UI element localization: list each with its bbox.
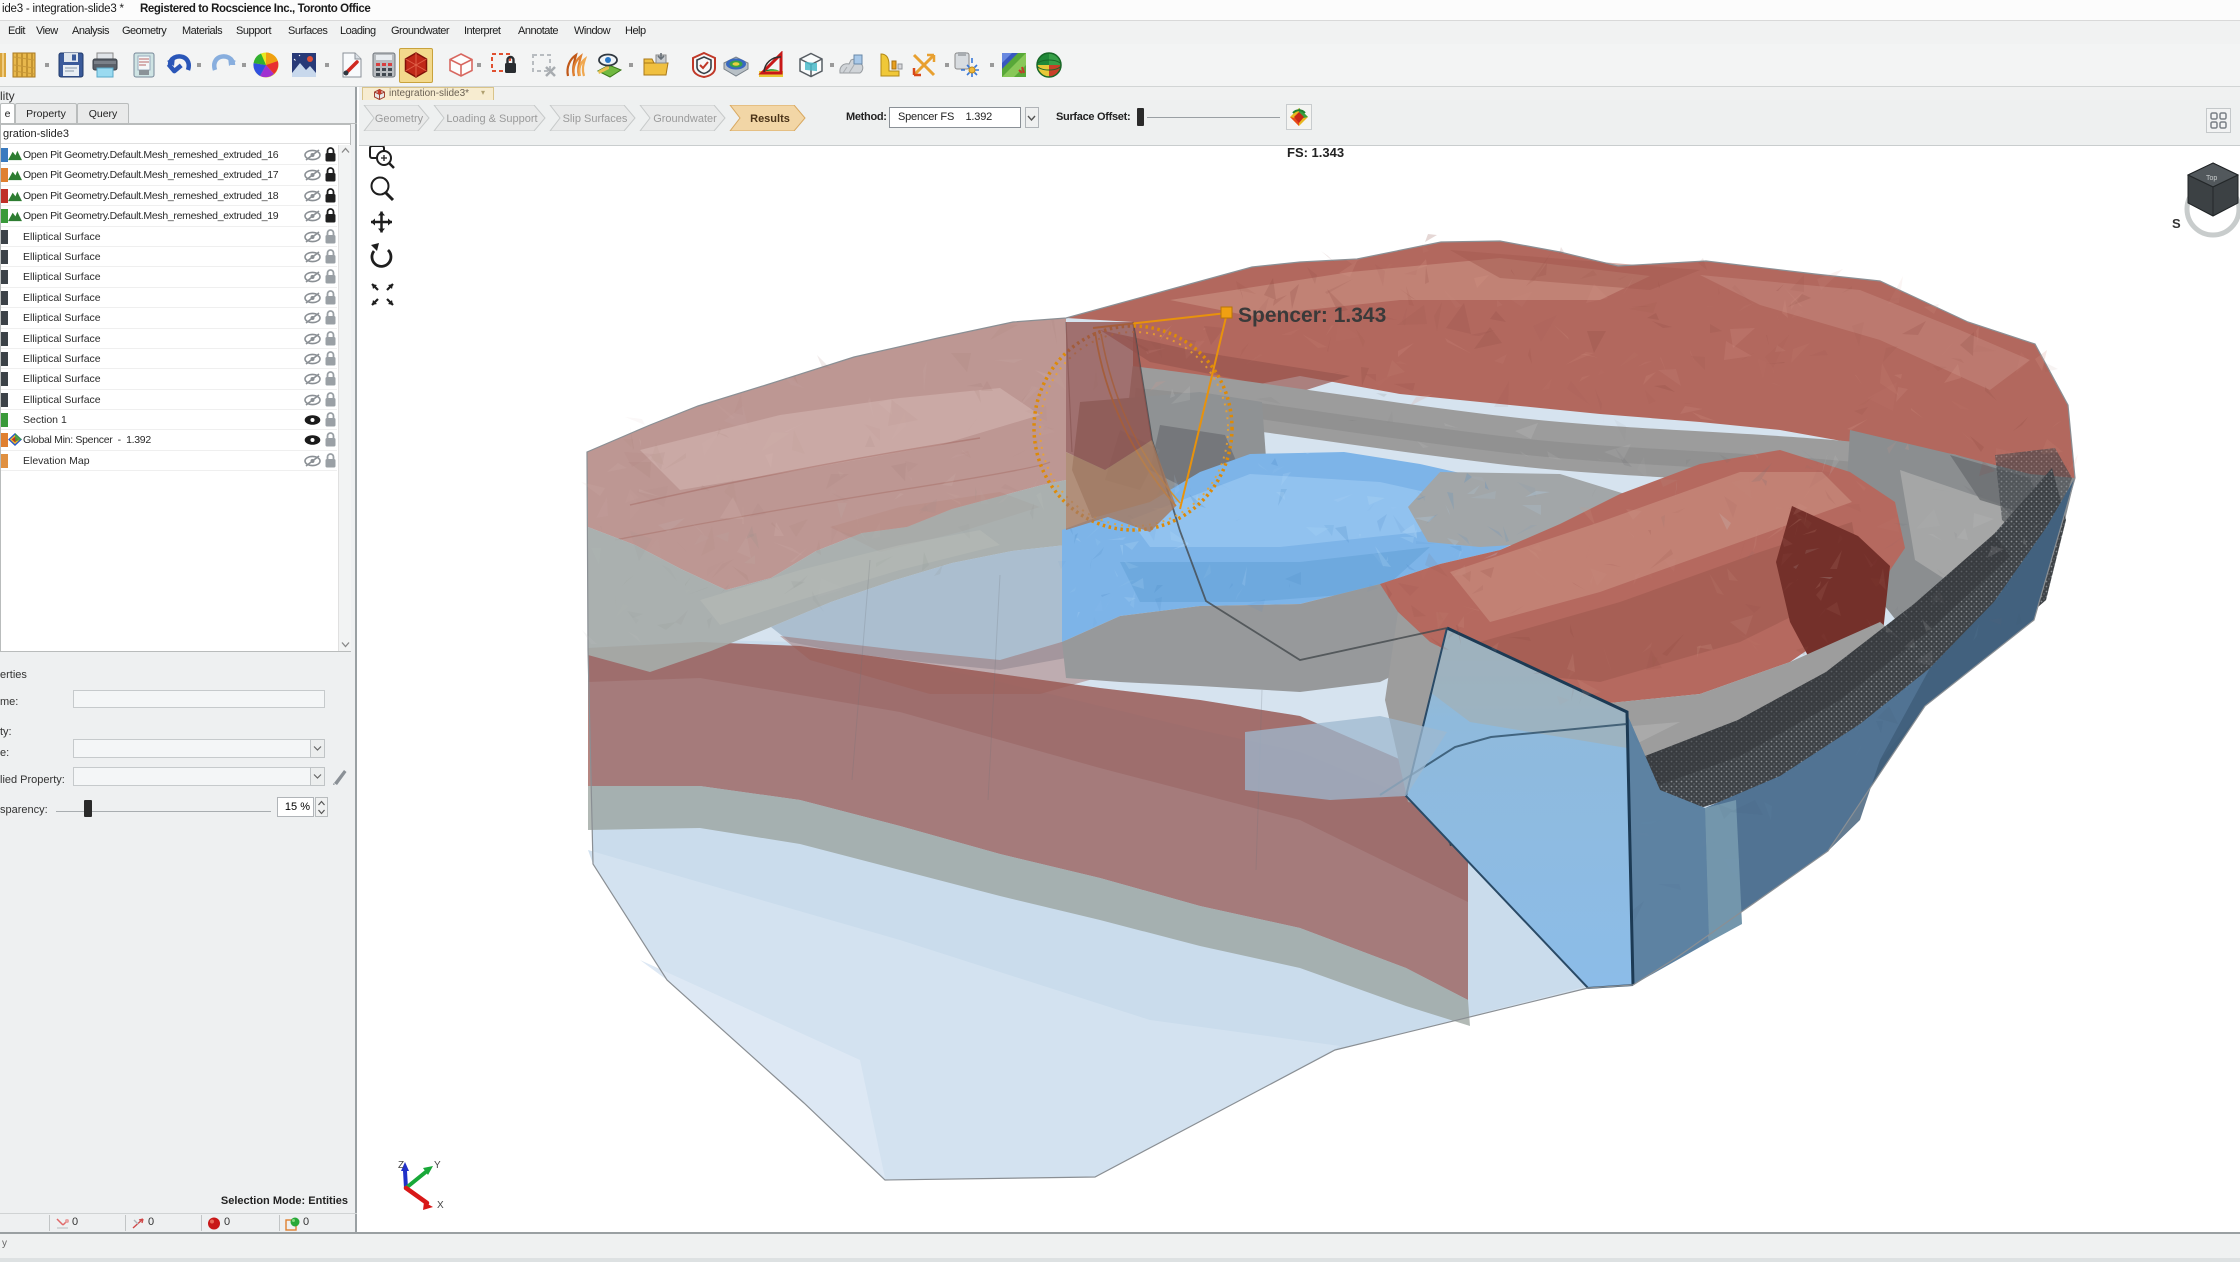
svg-text:S: S	[2172, 216, 2181, 231]
svg-text:Loading & Support: Loading & Support	[446, 113, 537, 125]
svg-text:Slip Surfaces: Slip Surfaces	[563, 113, 628, 125]
svg-text:X: X	[437, 1200, 444, 1211]
svg-text:Results: Results	[750, 113, 790, 125]
svg-text:Geometry: Geometry	[375, 113, 424, 125]
svg-text:Top: Top	[2206, 175, 2217, 182]
svg-text:Z: Z	[398, 1160, 404, 1171]
svg-text:Groundwater: Groundwater	[653, 113, 717, 125]
svg-text:Y: Y	[434, 1160, 441, 1171]
svg-text:Spencer: 1.343: Spencer: 1.343	[1238, 304, 1386, 327]
